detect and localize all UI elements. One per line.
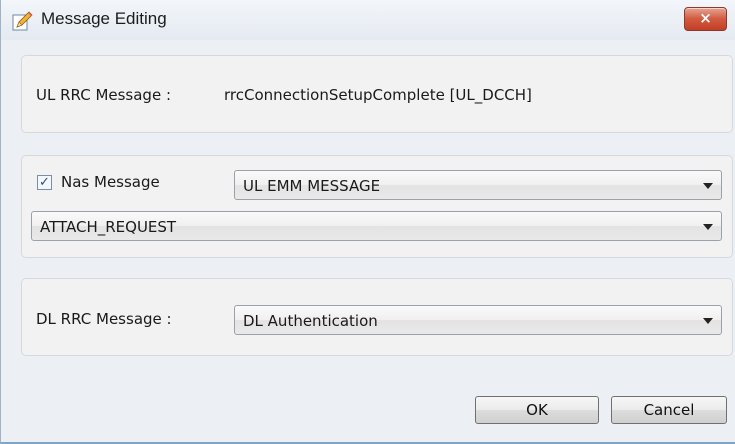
close-icon: × — [699, 9, 712, 27]
window-title: Message Editing — [41, 9, 167, 28]
chevron-down-icon — [703, 183, 713, 189]
dl-rrc-value: DL Authentication — [243, 312, 378, 330]
title-bar[interactable]: Message Editing × — [1, 0, 735, 40]
close-button[interactable]: × — [684, 7, 727, 31]
dl-rrc-select[interactable]: DL Authentication — [234, 305, 722, 335]
chevron-down-icon — [703, 318, 713, 324]
checkmark-icon: ✓ — [39, 175, 50, 190]
dl-rrc-group: DL RRC Message : DL Authentication — [21, 278, 733, 356]
nas-message-group: ✓ Nas Message UL EMM MESSAGE ATTACH_REQU… — [21, 155, 733, 258]
nas-message-checkbox[interactable]: ✓ — [37, 175, 52, 190]
ul-rrc-group: UL RRC Message : rrcConnectionSetupCompl… — [21, 55, 733, 133]
nas-message-label[interactable]: Nas Message — [61, 173, 160, 191]
chevron-down-icon — [703, 224, 713, 230]
ul-rrc-label: UL RRC Message : — [36, 86, 172, 104]
ul-rrc-value: rrcConnectionSetupComplete [UL_DCCH] — [224, 86, 532, 104]
nas-message-type-select[interactable]: UL EMM MESSAGE — [234, 170, 722, 200]
nas-message-type-value: UL EMM MESSAGE — [243, 177, 381, 195]
dl-rrc-label: DL RRC Message : — [36, 310, 172, 328]
ok-button[interactable]: OK — [475, 396, 599, 424]
message-editing-dialog: Message Editing × UL RRC Message : rrcCo… — [0, 0, 735, 444]
pencil-edit-icon — [12, 11, 33, 31]
cancel-button[interactable]: Cancel — [611, 396, 727, 424]
nas-message-value: ATTACH_REQUEST — [40, 218, 177, 236]
nas-message-select[interactable]: ATTACH_REQUEST — [31, 211, 722, 241]
